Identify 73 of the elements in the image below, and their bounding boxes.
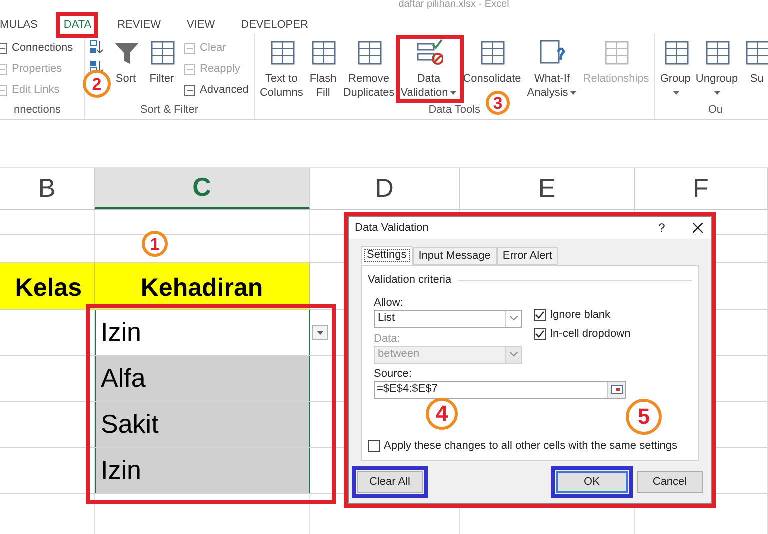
dialog-title: Data Validation — [355, 220, 430, 236]
sort-ascending-icon — [90, 40, 104, 54]
ribbon-tab[interactable]: REVIEW — [116, 16, 164, 34]
help-button[interactable]: ? — [655, 219, 669, 237]
section-label: Validation criteria — [368, 273, 452, 288]
close-button[interactable] — [691, 221, 705, 235]
ribbon-button[interactable]: Remove Duplicates — [343, 38, 395, 100]
dropdown-caret-icon — [450, 91, 458, 95]
checkbox[interactable] — [534, 328, 546, 340]
step-marker: 1 — [142, 231, 168, 257]
ribbon-button[interactable]: Group — [660, 38, 691, 100]
range-picker-button[interactable] — [607, 382, 625, 398]
checkbox-label: Ignore blank — [550, 308, 611, 322]
field-label: Allow: — [374, 296, 404, 310]
dropdown-field[interactable]: List — [374, 310, 522, 328]
range-picker-icon — [610, 385, 622, 394]
ribbon-tab[interactable]: MULAS — [0, 16, 40, 34]
checkbox-label: Apply these changes to all other cells with the same settings — [384, 438, 678, 454]
dialog-tab[interactable]: Error Alert — [496, 247, 558, 265]
group-label: Sort & Filter — [139, 104, 200, 116]
check-icon — [535, 310, 545, 319]
ribbon-button[interactable]: Text to Columns — [260, 38, 304, 100]
command-icon — [184, 84, 196, 96]
checkbox[interactable] — [368, 440, 380, 452]
ribbon-tab[interactable]: VIEW — [185, 16, 218, 34]
group-label: Ou — [707, 104, 724, 116]
window-title: daftar pilihan.xlsx - Excel — [398, 0, 510, 12]
chevron-down-icon — [510, 352, 518, 357]
chevron-down-icon — [510, 316, 518, 321]
ribbon-button[interactable]: Flash Fill — [309, 38, 338, 100]
table-cell: Kelas — [0, 263, 95, 309]
table-cell[interactable]: Sakit — [95, 402, 310, 447]
field-label: Source: — [374, 366, 413, 380]
dialog-button[interactable]: Clear All — [357, 471, 423, 493]
check-icon — [535, 330, 545, 338]
table-question-icon — [538, 38, 566, 66]
ribbon-button[interactable]: Sort — [112, 38, 140, 86]
dropdown-caret-icon — [316, 330, 324, 334]
table-cell[interactable]: Alfa — [95, 356, 310, 401]
checkbox[interactable] — [534, 308, 546, 321]
ribbon-tab[interactable]: DATA — [62, 16, 94, 34]
command-icon — [184, 64, 196, 76]
table-cell: Kehadiran — [95, 263, 310, 309]
ribbon-button[interactable]: Ungroup — [696, 38, 738, 100]
dropdown-caret-icon — [673, 91, 680, 95]
ribbon-button[interactable]: Filter — [148, 38, 176, 86]
ribbon-button[interactable]: Consolidate — [463, 38, 522, 86]
ribbon-command[interactable]: Advanced — [184, 82, 249, 99]
cell-dropdown-button[interactable] — [312, 325, 328, 340]
column-header[interactable]: C — [95, 168, 310, 209]
dialog-button[interactable]: OK — [556, 471, 628, 493]
ribbon-button[interactable]: Data Validation — [400, 38, 458, 100]
ribbon-command[interactable]: Connections — [0, 40, 74, 57]
table-cell[interactable]: Izin — [95, 448, 310, 493]
step-marker: 2 — [83, 70, 111, 98]
field-label: Data: — [374, 332, 402, 346]
dropdown-caret-icon — [714, 91, 722, 95]
ribbon-button[interactable]: Su — [743, 38, 768, 86]
dialog-tab[interactable]: Settings — [361, 246, 413, 265]
dropdown-caret-icon — [570, 91, 578, 95]
close-icon — [693, 223, 703, 233]
group-label: Data Tools — [428, 104, 482, 116]
checkbox-label: In-cell dropdown — [550, 327, 631, 342]
ribbon-button[interactable]: What-If Analysis — [527, 38, 578, 100]
command-icon — [184, 42, 196, 54]
dialog-button[interactable]: Cancel — [637, 471, 703, 493]
source-field[interactable]: =$E$4:$E$7 — [374, 380, 626, 398]
validation-icon — [414, 38, 443, 66]
ribbon-tab[interactable]: DEVELOPER — [239, 16, 310, 34]
table-cell[interactable]: Izin — [95, 310, 310, 355]
dialog-tab[interactable]: Input Message — [412, 247, 497, 265]
group-label: nnections — [12, 104, 62, 116]
step-marker: 3 — [486, 91, 510, 115]
